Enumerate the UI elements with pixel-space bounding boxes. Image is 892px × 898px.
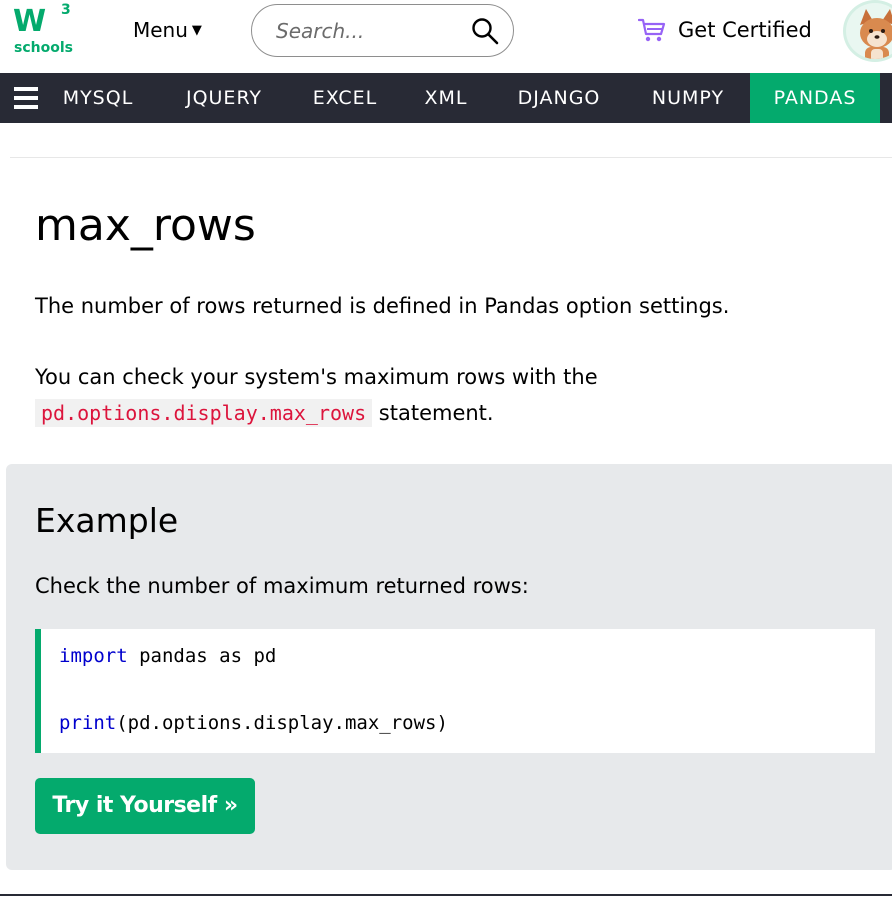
nav-item-pandas[interactable]: PANDAS [750, 73, 880, 123]
code-line-1: import pandas as pd [59, 645, 276, 667]
example-description: Check the number of maximum returned row… [35, 574, 529, 598]
try-it-yourself-button[interactable]: Try it Yourself » [35, 778, 255, 834]
nav-item-xml[interactable]: XML [410, 73, 482, 123]
cart-icon [638, 18, 666, 42]
get-certified-label: Get Certified [678, 18, 812, 42]
code-line-2: print(pd.options.display.max_rows) [59, 712, 448, 734]
menu-label: Menu [133, 18, 188, 42]
intro-paragraph: The number of rows returned is defined i… [35, 294, 730, 318]
search-icon[interactable] [471, 17, 499, 45]
example-title: Example [35, 501, 179, 540]
code-line-2-rest: (pd.options.display.max_rows) [116, 712, 448, 734]
page-title: max_rows [35, 200, 256, 251]
logo-text: schools [14, 40, 73, 56]
divider [10, 157, 892, 158]
get-certified-link[interactable]: Get Certified [638, 17, 812, 43]
nav-item-excel[interactable]: EXCEL [298, 73, 392, 123]
check-paragraph: You can check your system's maximum rows… [35, 359, 865, 431]
example-panel: Example Check the number of maximum retu… [6, 464, 892, 870]
w3schools-logo[interactable]: W 3 schools [13, 2, 77, 60]
nav-item-mysql[interactable]: MYSQL [46, 73, 150, 123]
nav-item-django[interactable]: DJANGO [500, 73, 618, 123]
code-block: import pandas as pd print(pd.options.dis… [35, 629, 875, 753]
topic-navbar: MYSQL JQUERY EXCEL XML DJANGO NUMPY PAND… [0, 73, 892, 123]
check-paragraph-prefix: You can check your system's maximum rows… [35, 365, 598, 389]
inline-code: pd.options.display.max_rows [35, 399, 373, 427]
menu-button[interactable]: Menu ▼ [133, 18, 202, 42]
fox-avatar-icon [860, 9, 892, 59]
search-box[interactable] [251, 4, 514, 57]
top-bar: W 3 schools Menu ▼ Get Certified [0, 0, 892, 73]
logo-superscript: 3 [61, 2, 71, 18]
code-keyword-import: import [59, 645, 128, 667]
hamburger-menu-icon[interactable] [14, 87, 38, 109]
check-paragraph-suffix: statement. [378, 401, 494, 425]
nav-item-jquery[interactable]: JQUERY [166, 73, 282, 123]
code-line-1-rest: pandas as pd [127, 645, 277, 667]
bottom-border [0, 894, 892, 898]
search-input[interactable] [276, 18, 456, 43]
nav-item-numpy[interactable]: NUMPY [634, 73, 742, 123]
avatar[interactable] [843, 0, 892, 62]
caret-down-icon: ▼ [191, 22, 202, 38]
code-keyword-print: print [59, 712, 117, 734]
logo-mark: W [13, 4, 46, 39]
